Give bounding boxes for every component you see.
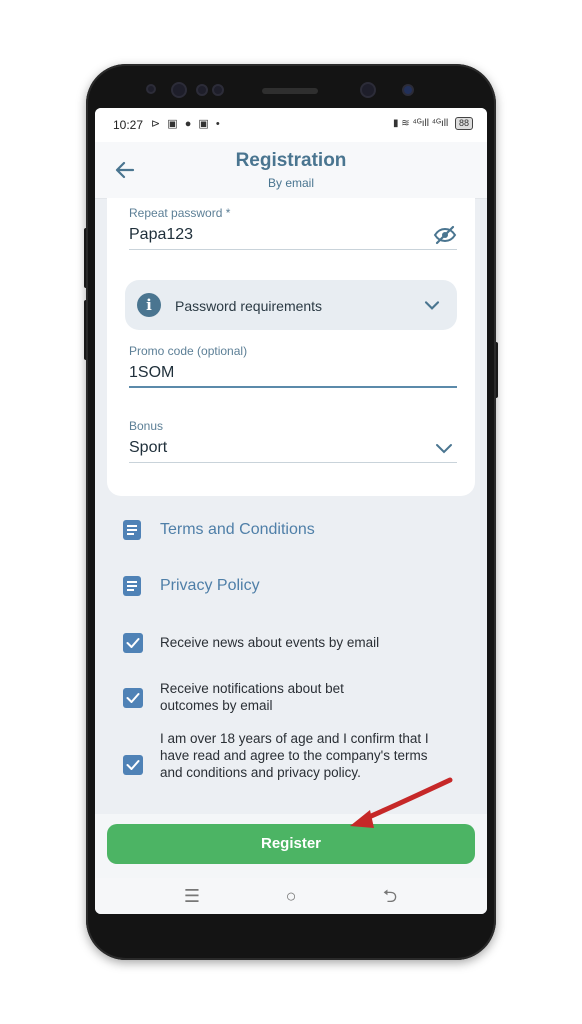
bonus-underline [129, 462, 457, 463]
sensor-icon [212, 84, 224, 96]
sensor-icon [196, 84, 208, 96]
system-nav-bar: ☰ ○ ⮌ [95, 878, 487, 914]
sensor-icon [402, 84, 414, 96]
status-bar: 10:27 ⊳ ▣ ● ▣ • ▮ ≋ ⁴ᴳıll ⁴ᴳıll 88 [95, 108, 487, 142]
app-header: Registration By email [95, 142, 487, 199]
status-time: 10:27 [113, 118, 144, 132]
page-title: Registration [235, 150, 347, 171]
document-icon [123, 576, 141, 596]
repeat-password-label: Repeat password * [129, 206, 231, 220]
eye-slash-icon [433, 225, 457, 245]
promo-code-label: Promo code (optional) [129, 344, 248, 358]
checkbox-checked-icon[interactable] [123, 755, 143, 775]
terms-link-label: Terms and Conditions [160, 521, 315, 538]
earpiece-speaker [262, 88, 318, 94]
back-nav-icon[interactable]: ⮌ [375, 884, 405, 908]
bonus-select[interactable]: Sport [129, 439, 167, 457]
bonus-label: Bonus [129, 419, 164, 433]
sensor-icon [171, 82, 187, 98]
chevron-down-icon[interactable] [435, 442, 453, 454]
password-visibility-toggle[interactable] [433, 224, 457, 246]
recents-icon[interactable]: ☰ [177, 884, 207, 908]
document-icon [123, 520, 141, 540]
checkbox-news[interactable]: Receive news about events by email [123, 632, 443, 654]
password-requirements-label: Password requirements [175, 298, 323, 314]
page-subtitle: By email [267, 176, 314, 190]
info-icon: i [137, 293, 161, 317]
chevron-down-icon [424, 301, 440, 310]
password-requirements-dropdown[interactable]: i Password requirements [125, 280, 457, 330]
front-camera-icon [360, 82, 376, 98]
repeat-password-input[interactable]: Papa123 [129, 226, 193, 244]
promo-code-underline [129, 386, 457, 388]
repeat-password-underline [129, 249, 457, 250]
promo-code-input[interactable]: 1SOM [129, 364, 174, 382]
system-icons: ▮ ≋ ⁴ᴳıll ⁴ᴳıll 88 [393, 117, 473, 130]
battery-icon: 88 [454, 117, 473, 130]
privacy-link-label: Privacy Policy [160, 577, 260, 594]
home-icon[interactable]: ○ [276, 884, 306, 908]
signal-icons: ▮ ≋ ⁴ᴳıll ⁴ᴳıll [393, 118, 449, 129]
annotation-arrow-icon [350, 777, 453, 828]
checkbox-news-label: Receive news about events by email [160, 635, 380, 650]
checkbox-notifications-label: Receive notifications about bet outcomes… [160, 681, 344, 713]
checkbox-checked-icon[interactable] [123, 633, 143, 653]
sensor-icon [146, 84, 156, 94]
checkbox-checked-icon[interactable] [123, 688, 143, 708]
checkbox-notifications[interactable]: Receive notifications about bet outcomes… [123, 680, 443, 716]
notification-icons: ⊳ ▣ ● ▣ • [151, 118, 222, 130]
